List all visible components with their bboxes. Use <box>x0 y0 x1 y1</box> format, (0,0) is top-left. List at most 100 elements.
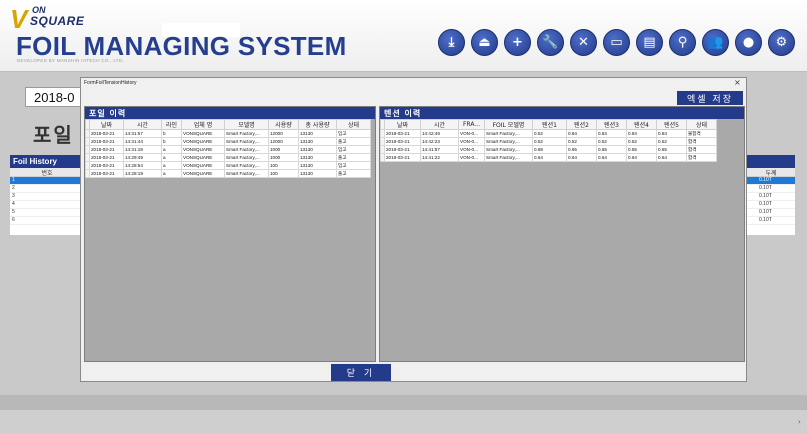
column-header[interactable]: FOIL 모델명 <box>484 119 533 130</box>
table-cell: 14:42:49 <box>420 129 459 138</box>
table-cell: Smart Factory,... <box>484 137 533 146</box>
date-field[interactable]: 2018-0 <box>25 87 85 107</box>
table-row[interactable]: 2018-03-21 14:31:57 b VONSQUARE Smart Factor… <box>85 129 371 138</box>
table-row[interactable]: 2018-03-21 14:31:44 b VONSQUARE Smart Factor… <box>85 137 371 146</box>
table-cell: 13130 <box>298 145 337 154</box>
column-header[interactable]: 라인 <box>161 119 182 130</box>
list-item[interactable]: 3 <box>10 193 84 201</box>
users-icon[interactable]: 👥 <box>702 29 729 56</box>
close-icon[interactable]: × <box>734 78 741 87</box>
footer-bar <box>0 395 807 410</box>
table-cell: b <box>161 137 182 146</box>
column-header[interactable]: FRA... <box>458 119 485 130</box>
table-cell: 0.65 <box>566 145 597 154</box>
add-icon[interactable]: + <box>504 29 531 56</box>
table-cell: 1000 <box>268 145 299 154</box>
table-cell: 0.65 <box>596 145 627 154</box>
monitor-icon[interactable]: ▭ <box>603 29 630 56</box>
table-cell: 13130 <box>298 161 337 170</box>
table-row[interactable]: 2018-03-21 14:28:19 a VONSQUARE Smart Factor… <box>85 169 371 178</box>
network-icon[interactable]: ⚲ <box>669 29 696 56</box>
column-header[interactable]: 모델명 <box>224 119 269 130</box>
table-cell: 입고 <box>336 161 371 170</box>
table-cell: 0.84 <box>656 129 687 138</box>
table-cell: 2018-03-21 <box>384 137 421 146</box>
column-header[interactable]: 상태 <box>686 119 717 130</box>
column-header[interactable]: 날짜 <box>89 119 124 130</box>
table-cell: 1000 <box>268 153 299 162</box>
download-icon[interactable]: ⤓ <box>438 29 465 56</box>
table-cell: 2018-03-21 <box>89 129 124 138</box>
eject-icon[interactable]: ⏏ <box>471 29 498 56</box>
column-header[interactable]: 시간 <box>420 119 459 130</box>
list-item[interactable]: 5 <box>10 209 84 217</box>
table-cell: VONSQUARE <box>181 169 225 178</box>
column-header[interactable]: 시간 <box>123 119 162 130</box>
table-cell: 0.64 <box>626 153 657 162</box>
table-cell: 0.84 <box>626 129 657 138</box>
wrench-icon[interactable]: 🔧 <box>537 29 564 56</box>
table-cell: 14:31:18 <box>123 145 162 154</box>
table-cell: Smart Factory,... <box>224 161 269 170</box>
close-button[interactable]: 닫 기 <box>331 364 391 381</box>
table-row[interactable]: 2018-03-21 14:42:23 VON-0... Smart Factory,… <box>380 137 717 146</box>
column-header[interactable]: 업체 명 <box>181 119 225 130</box>
table-row[interactable]: 2018-03-21 14:41:57 VON-0... Smart Factory,… <box>380 145 717 154</box>
table-cell: VONSQUARE <box>181 153 225 162</box>
list-item[interactable]: 6 <box>10 217 84 225</box>
table-row[interactable]: 2018-03-21 14:42:49 VON-0... Smart Factory,… <box>380 129 717 138</box>
table-row[interactable]: 2018-03-21 14:29:49 a VONSQUARE Smart Factor… <box>85 153 371 162</box>
table-cell: 14:41:22 <box>420 153 459 162</box>
table-cell: 14:31:44 <box>123 137 162 146</box>
table-cell: 14:41:57 <box>420 145 459 154</box>
list-item[interactable]: 2 <box>10 185 84 193</box>
column-header[interactable]: 텐션1 <box>532 119 567 130</box>
column-header[interactable]: 텐션5 <box>656 119 687 130</box>
table-cell: 14:28:19 <box>123 169 162 178</box>
app-header: V ON SQUARE FOIL MANAGING SYSTEM DEVELOP… <box>0 0 807 72</box>
column-header[interactable]: 텐션2 <box>566 119 597 130</box>
column-header[interactable]: 사용량 <box>268 119 299 130</box>
table-cell: VON-0... <box>458 153 485 162</box>
table-row[interactable]: 2018-03-21 14:28:54 a VONSQUARE Smart Factor… <box>85 161 371 170</box>
table-cell: 합격 <box>686 137 717 146</box>
tension-history-grid-title: 텐션 이력 <box>380 107 744 119</box>
right-panel-header <box>747 155 795 168</box>
table-cell: 13130 <box>298 169 337 178</box>
table-cell: 입고 <box>336 145 371 154</box>
user-icon[interactable]: ● <box>735 29 762 56</box>
table-row[interactable]: 2018-03-21 14:41:22 VON-0... Smart Factory,… <box>380 153 717 162</box>
column-header[interactable]: 텐션3 <box>596 119 627 130</box>
table-cell: 0.65 <box>626 145 657 154</box>
app-subtitle: DEVELOPED BY MANSHIN HITECH CO., LTD. <box>17 58 124 63</box>
scroll-right-icon[interactable]: › <box>798 418 801 426</box>
thickness-cell: 0.10T <box>747 217 795 225</box>
table-cell: VON-0... <box>458 137 485 146</box>
thickness-cell: 0.10T <box>747 177 795 185</box>
table-cell: 2018-03-21 <box>384 129 421 138</box>
column-number: 번호 <box>10 168 84 177</box>
table-row[interactable]: 2018-03-21 14:31:18 a VONSQUARE Smart Factor… <box>85 145 371 154</box>
table-cell: 0.84 <box>566 129 597 138</box>
settings-icon[interactable]: ⚙ <box>768 29 795 56</box>
delete-icon[interactable]: ✕ <box>570 29 597 56</box>
footer-area <box>0 410 807 434</box>
thickness-cell: 0.10T <box>747 193 795 201</box>
column-header[interactable]: 텐션4 <box>626 119 657 130</box>
table-cell: 0.52 <box>656 137 687 146</box>
list-item[interactable]: 1 <box>10 177 84 185</box>
column-header[interactable]: 상태 <box>336 119 371 130</box>
column-header[interactable]: 날짜 <box>384 119 421 130</box>
excel-save-button[interactable]: 엑셀 저장 <box>677 91 743 105</box>
table-cell: 13130 <box>298 137 337 146</box>
table-cell: 14:42:23 <box>420 137 459 146</box>
book-icon[interactable]: ▤ <box>636 29 663 56</box>
table-cell: 2018-03-21 <box>89 153 124 162</box>
list-item[interactable]: 4 <box>10 201 84 209</box>
column-header[interactable]: 총 사용량 <box>298 119 337 130</box>
table-cell: 0.65 <box>656 145 687 154</box>
table-cell: 14:28:54 <box>123 161 162 170</box>
foil-history-rows: 123456 <box>10 177 84 225</box>
table-cell: a <box>161 169 182 178</box>
table-cell: 0.52 <box>596 137 627 146</box>
